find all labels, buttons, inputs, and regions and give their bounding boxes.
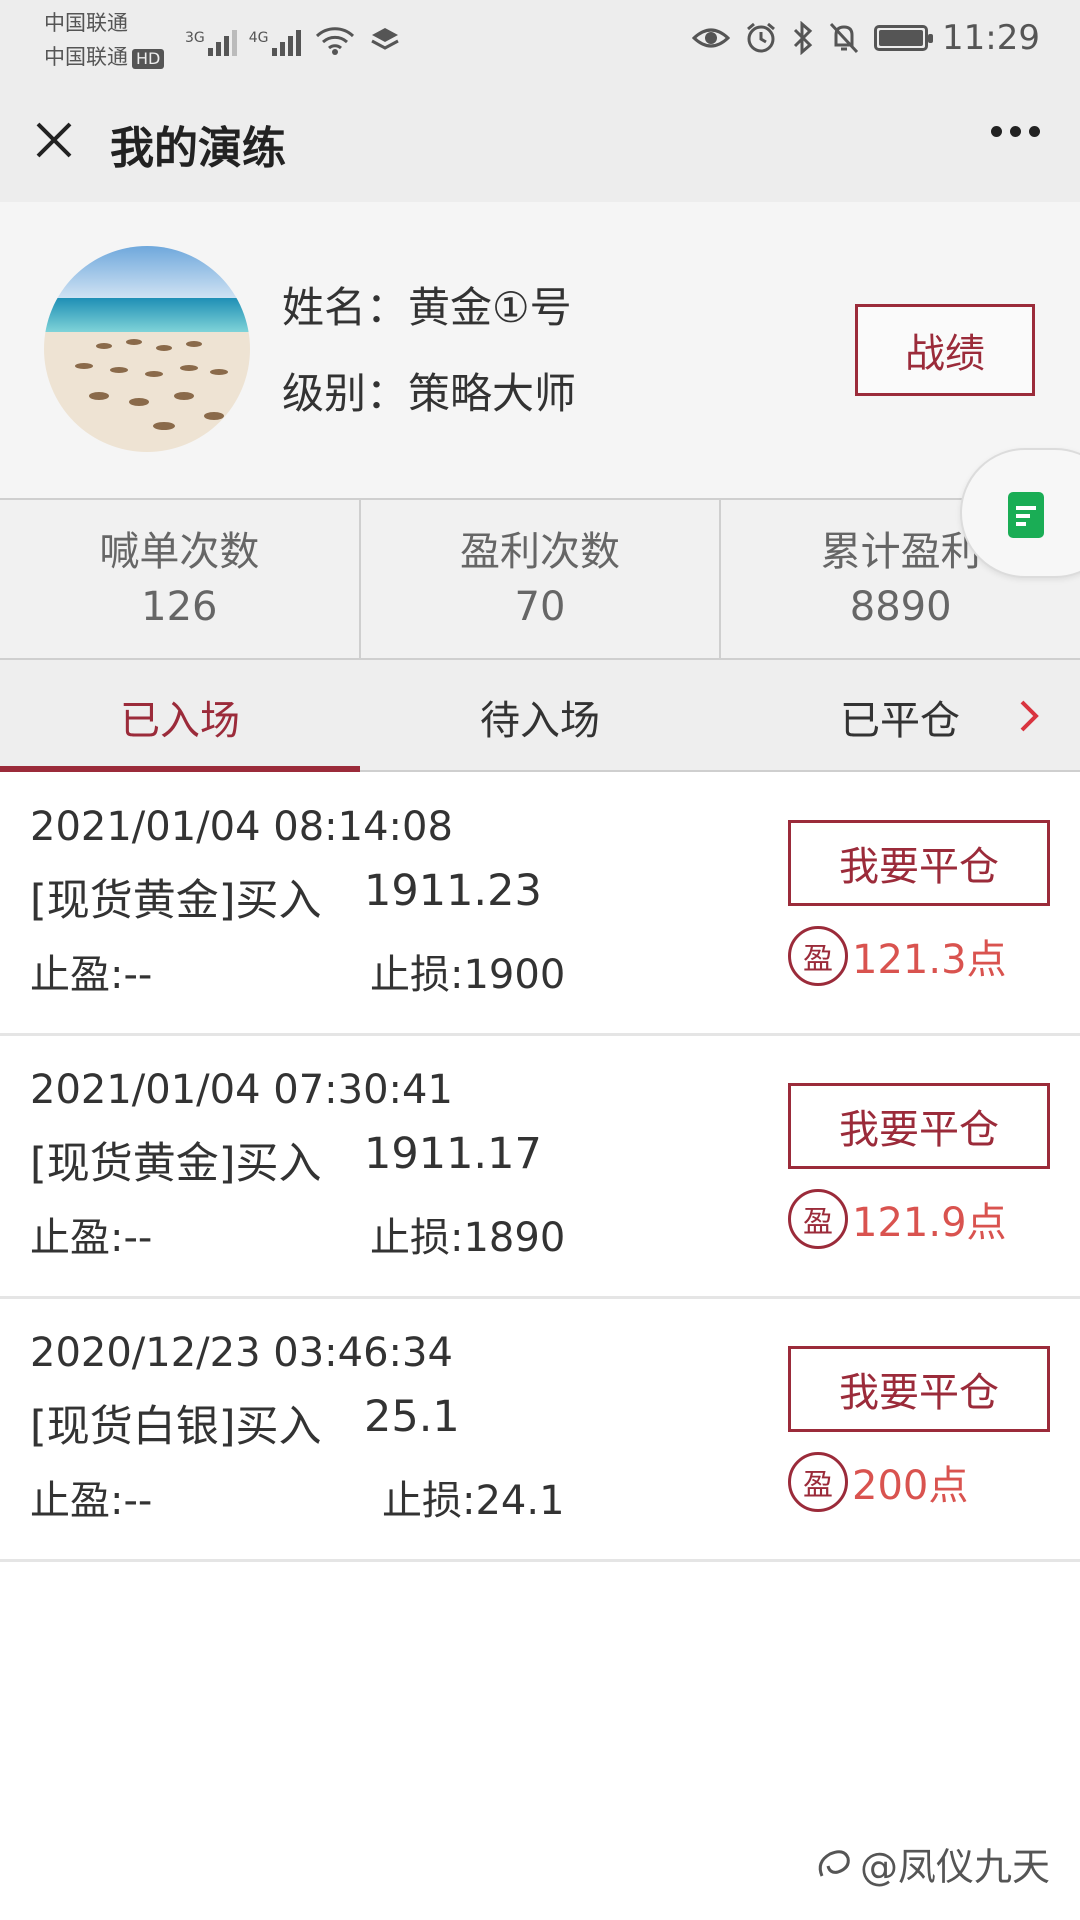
alarm-icon	[747, 22, 775, 53]
signal-4g-label: 4G	[248, 30, 269, 46]
order-time: 2021/01/04 08:14:08	[30, 804, 453, 850]
profit-value: 121.9点	[852, 1200, 1007, 1246]
order-product: [现货黄金]买入	[30, 1139, 322, 1189]
stat-label: 盈利次数	[460, 529, 620, 575]
order-row: 2020/12/23 03:46:34 [现货白银]买入 25.1 止盈:-- …	[0, 1300, 1080, 1562]
order-profit: 盈 121.9点	[788, 1189, 1007, 1249]
carrier-label-2: 中国联通 HD	[44, 41, 165, 71]
order-stop-loss: 止损:1900	[370, 952, 566, 998]
bluetooth-icon	[793, 21, 813, 55]
profit-badge: 盈	[788, 1452, 848, 1512]
profit-value: 121.3点	[852, 937, 1007, 983]
page-title: 我的演练	[110, 123, 286, 174]
order-take-profit: 止盈:--	[30, 952, 153, 998]
signal-3g-icon: 3G	[185, 30, 237, 56]
tab-pending[interactable]: 待入场	[360, 660, 720, 770]
carrier-label-1: 中国联通	[44, 11, 128, 35]
stat-label: 喊单次数	[99, 529, 260, 575]
network-icons: 3G 4G	[185, 14, 401, 56]
weibo-swirl-icon	[818, 1849, 850, 1877]
close-icon[interactable]	[30, 116, 78, 164]
watermark: @凤仪九天	[814, 1836, 1050, 1891]
stat-value: 126	[141, 584, 218, 630]
status-time: 11:29	[942, 18, 1040, 58]
order-time: 2020/12/23 03:46:34	[30, 1330, 453, 1376]
order-stop-loss: 止损:1890	[370, 1215, 566, 1261]
tab-entered[interactable]: 已入场	[0, 660, 360, 772]
avatar	[44, 246, 250, 452]
mute-bell-icon	[829, 22, 859, 54]
more-icon[interactable]	[991, 126, 1040, 137]
record-button[interactable]: 战绩	[855, 304, 1035, 396]
watermark-text: @凤仪九天	[859, 1845, 1050, 1889]
eye-icon	[692, 28, 731, 48]
wifi-icon	[315, 27, 354, 55]
stat-call-count: 喊单次数 126	[0, 500, 361, 658]
profile-card: 姓名：黄金①号 级别：策略大师 战绩	[0, 202, 1080, 498]
document-icon	[1008, 492, 1044, 538]
status-bar: 中国联通 中国联通 HD 3G 4G 11:29	[0, 0, 1080, 76]
order-time: 2021/01/04 07:30:41	[30, 1067, 453, 1113]
order-row: 2021/01/04 07:30:41 [现货黄金]买入 1911.17 止盈:…	[0, 1037, 1080, 1299]
stat-profit-count: 盈利次数 70	[361, 500, 722, 658]
order-take-profit: 止盈:--	[30, 1215, 153, 1261]
stats-bar: 喊单次数 126 盈利次数 70 累计盈利 8890	[0, 498, 1080, 660]
close-position-button[interactable]: 我要平仓	[788, 1083, 1050, 1169]
status-right: 11:29	[692, 14, 1040, 62]
stat-value: 70	[514, 584, 566, 630]
order-profit: 盈 121.3点	[788, 926, 1007, 986]
profile-level: 级别：策略大师	[282, 369, 577, 418]
order-product: [现货黄金]买入	[30, 876, 322, 926]
order-take-profit: 止盈:--	[30, 1478, 153, 1524]
order-price: 1911.17	[364, 1129, 542, 1179]
floating-document-tab[interactable]	[960, 448, 1080, 578]
close-position-button[interactable]: 我要平仓	[788, 1346, 1050, 1432]
order-price: 1911.23	[364, 866, 542, 916]
profit-badge: 盈	[788, 1189, 848, 1249]
stat-value: 8890	[849, 584, 952, 630]
carrier-label-2-text: 中国联通	[44, 45, 128, 69]
order-tabs: 已入场 待入场 已平仓	[0, 660, 1080, 772]
profit-badge: 盈	[788, 926, 848, 986]
battery-icon	[874, 25, 934, 51]
signal-4g-icon: 4G	[249, 30, 301, 56]
layers-icon	[370, 28, 399, 50]
close-position-button[interactable]: 我要平仓	[788, 820, 1050, 906]
chevron-right-icon[interactable]	[1010, 696, 1050, 736]
profit-value: 200点	[852, 1463, 969, 1509]
signal-3g-label: 3G	[185, 30, 205, 46]
order-row: 2021/01/04 08:14:08 [现货黄金]买入 1911.23 止盈:…	[0, 774, 1080, 1036]
order-product: [现货白银]买入	[30, 1402, 322, 1452]
order-stop-loss: 止损:24.1	[382, 1478, 565, 1524]
profile-name: 姓名：黄金①号	[282, 283, 572, 332]
order-profit: 盈 200点	[788, 1452, 968, 1512]
hd-badge: HD	[132, 49, 165, 69]
nav-bar: 我的演练	[0, 76, 1080, 202]
beach-avatar-image	[44, 246, 250, 452]
order-price: 25.1	[364, 1392, 460, 1442]
